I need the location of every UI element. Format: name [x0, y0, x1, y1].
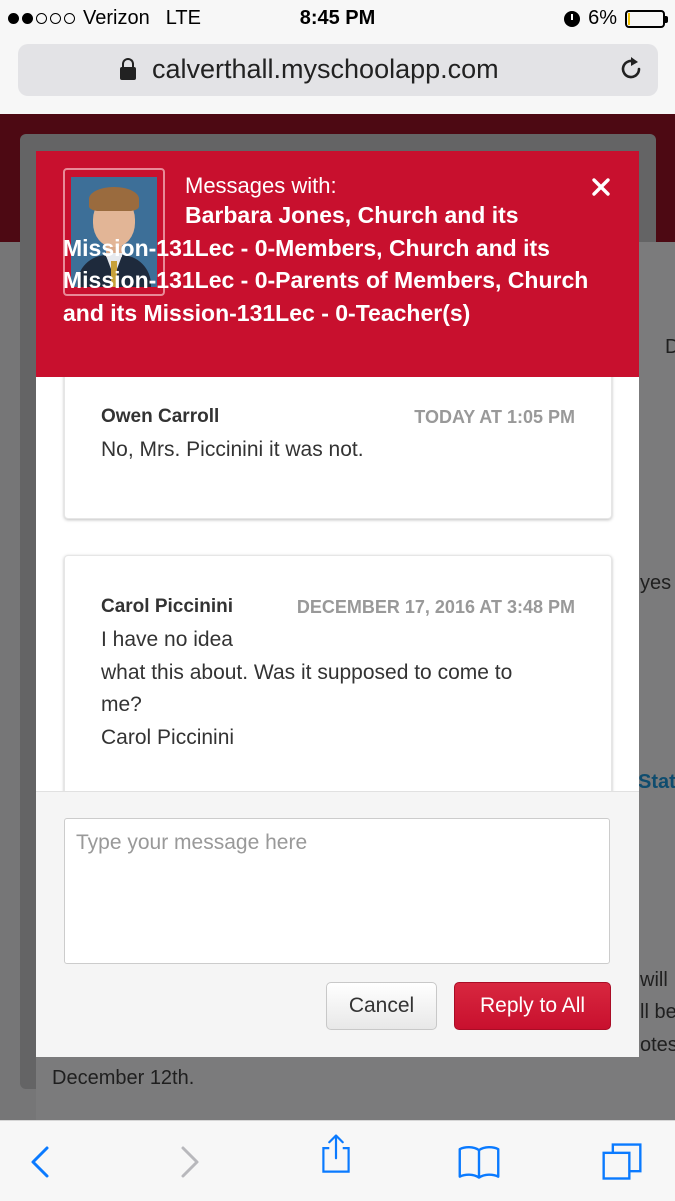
message-line: what this about. Was it supposed to come… [101, 660, 513, 684]
status-right: 6% [564, 7, 668, 30]
alarm-icon [564, 10, 581, 27]
battery-icon [625, 9, 668, 28]
background-text: ll be [640, 1001, 675, 1023]
tabs-icon[interactable] [600, 1141, 644, 1183]
background-text: December 12th. [52, 1067, 195, 1089]
message-sender: Carol Piccinini [101, 596, 233, 617]
battery-percent: 6% [588, 7, 617, 29]
message-line: No, Mrs. Piccinini it was not. [101, 438, 364, 461]
reload-icon[interactable] [618, 56, 644, 82]
message-body: I have no idea what this about. Was it s… [101, 624, 581, 754]
url-text[interactable]: calverthall.myschoolapp.com [152, 54, 499, 85]
background-link: Stat [638, 771, 675, 793]
forward-icon[interactable] [166, 1141, 210, 1183]
message-body: No, Mrs. Piccinini it was not. [101, 434, 581, 467]
cancel-button[interactable]: Cancel [326, 982, 437, 1030]
lock-icon [120, 58, 136, 80]
messages-with-label: Messages with: [185, 173, 337, 198]
share-icon[interactable] [314, 1133, 358, 1175]
dialog-header: Messages with: Barbara Jones, Church and… [36, 151, 639, 377]
message-line: Carol Piccinini [101, 725, 235, 749]
background-text: D [665, 336, 675, 358]
message-dialog: Messages with: Barbara Jones, Church and… [36, 151, 639, 1057]
message-sender: Owen Carroll [101, 406, 220, 427]
message-card: Carol Piccinini DECEMBER 17, 2016 AT 3:4… [64, 555, 612, 791]
back-icon[interactable] [20, 1141, 64, 1183]
close-icon[interactable] [589, 175, 613, 199]
reply-area: Cancel Reply to All [36, 791, 639, 1057]
message-line: I have no idea [101, 628, 233, 651]
message-date: TODAY AT 1:05 PM [414, 407, 575, 427]
background-text: will [640, 969, 668, 991]
browser-chrome: calverthall.myschoolapp.com [0, 38, 675, 115]
reply-message-input[interactable] [64, 818, 610, 964]
background-text: yes [640, 572, 672, 594]
message-line: me? [101, 693, 142, 716]
battery-level [628, 12, 630, 25]
address-bar[interactable]: calverthall.myschoolapp.com [18, 44, 658, 96]
message-thread[interactable]: Owen Carroll TODAY AT 1:05 PM No, Mrs. P… [36, 377, 639, 791]
bookmarks-icon[interactable] [457, 1141, 501, 1183]
browser-toolbar [0, 1120, 675, 1201]
message-date: DECEMBER 17, 2016 AT 3:48 PM [296, 597, 575, 617]
reply-to-all-button[interactable]: Reply to All [454, 982, 611, 1030]
status-bar: Verizon LTE 8:45 PM 6% [0, 0, 675, 38]
message-card: Owen Carroll TODAY AT 1:05 PM No, Mrs. P… [64, 377, 612, 519]
recipients-list: Barbara Jones, Church and its Mission-13… [63, 202, 589, 326]
background-text: otes [640, 1034, 675, 1056]
